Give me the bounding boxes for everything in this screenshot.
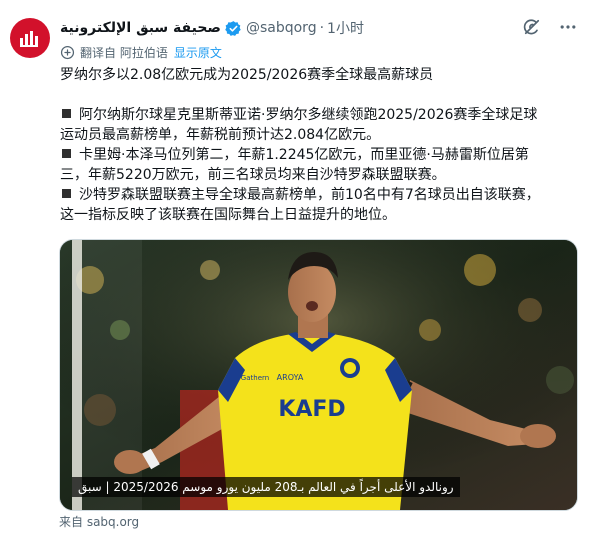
bullet-item: 阿尔纳斯尔球星克里斯蒂亚诺·罗纳尔多继续领跑2025/2026赛季全球足球 运动… — [60, 105, 575, 145]
sabq-logo-icon — [20, 31, 38, 47]
translated-from-label: 翻译自 阿拉伯语 — [80, 45, 168, 60]
bullet-square-icon — [62, 189, 71, 198]
bullet-text-line: 卡里姆·本泽马位列第二，年薪1.2245亿欧元，而里亚德·马赫雷斯位居第 — [79, 147, 529, 163]
timestamp[interactable]: 1小时 — [327, 18, 364, 38]
grok-icon[interactable] — [521, 16, 543, 38]
bullet-text-line: 沙特罗森联盟联赛主导全球最高薪榜单，前10名中有7名球员出自该联赛， — [79, 187, 540, 203]
jersey-sponsor-text: KAFD — [278, 397, 345, 422]
more-icon[interactable] — [557, 16, 579, 38]
display-name[interactable]: صحيفة سبق الإلكترونية — [60, 20, 221, 36]
translate-icon — [60, 45, 75, 60]
handle[interactable]: @sabqorg — [246, 20, 317, 36]
bullet-item: 沙特罗森联盟联赛主导全球最高薪榜单，前10名中有7名球员出自该联赛， 这一指标反… — [60, 185, 575, 225]
tweet-photo[interactable]: KAFD AROYA Gathern رونالدو الأعلى أجراً … — [59, 239, 578, 511]
jersey-brand-text: Gathern — [241, 374, 269, 382]
translation-bar: 翻译自 阿拉伯语 显示原文 — [60, 43, 222, 61]
bullet-text-line: 这一指标反映了该联赛在国际舞台上日益提升的地位。 — [60, 207, 396, 223]
tweet: صحيفة سبق الإلكترونية @sabqorg · 1小时 翻译自… — [0, 0, 591, 540]
tweet-header: صحيفة سبق الإلكترونية @sabqorg · 1小时 — [60, 17, 364, 39]
tweet-headline: 罗纳尔多以2.08亿欧元成为2025/2026赛季全球最高薪球员 — [60, 67, 434, 83]
avatar[interactable] — [10, 18, 50, 58]
player-photo-illustration: KAFD AROYA Gathern — [60, 240, 577, 510]
header-actions — [521, 16, 579, 38]
bullet-square-icon — [62, 149, 71, 158]
bullet-text-line: 阿尔纳斯尔球星克里斯蒂亚诺·罗纳尔多继续领跑2025/2026赛季全球足球 — [79, 107, 538, 123]
show-original-link[interactable]: 显示原文 — [174, 44, 222, 61]
separator-dot: · — [319, 20, 325, 36]
tweet-text: 罗纳尔多以2.08亿欧元成为2025/2026赛季全球最高薪球员 阿尔纳斯尔球星… — [60, 65, 575, 225]
bullet-text-line: 三，年薪5220万欧元，前三名球员均来自沙特罗森联盟联赛。 — [60, 167, 446, 183]
bullet-text-line: 运动员最高薪榜单，年薪税前预计达2.084亿欧元。 — [60, 127, 381, 143]
source-link[interactable]: 来自 sabq.org — [59, 513, 139, 530]
bullet-square-icon — [62, 109, 71, 118]
photo-caption: رونالدو الأعلى أجراً في العالم بـ208 ملي… — [72, 477, 460, 497]
bullet-item: 卡里姆·本泽马位列第二，年薪1.2245亿欧元，而里亚德·马赫雷斯位居第 三，年… — [60, 145, 575, 185]
verified-badge-icon — [225, 20, 242, 37]
jersey-chest-text: AROYA — [277, 373, 304, 382]
